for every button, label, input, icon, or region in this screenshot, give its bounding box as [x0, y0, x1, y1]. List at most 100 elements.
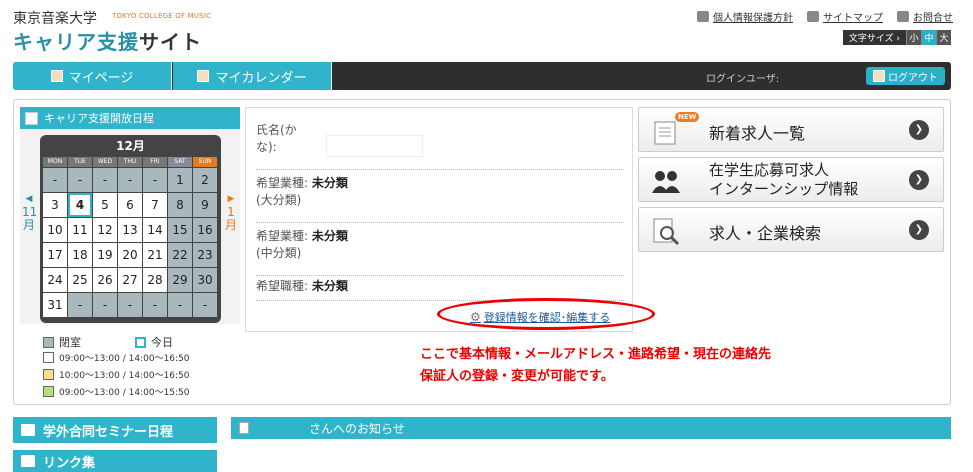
note-icon: [239, 422, 249, 434]
weekday-header: TUE: [68, 157, 92, 167]
weekday-header: SAT: [168, 157, 192, 167]
logout-button[interactable]: ログアウト: [866, 67, 945, 85]
calendar-day[interactable]: 21: [143, 243, 167, 267]
edit-profile-link[interactable]: ⚙ 登録情報を確認･編集する: [470, 309, 610, 325]
calendar-day[interactable]: 9: [193, 193, 217, 217]
new-jobs-button[interactable]: NEW 新着求人一覧 ❯: [638, 107, 944, 152]
calendar-day[interactable]: 20: [118, 243, 142, 267]
site-title[interactable]: キャリア支援サイト: [13, 26, 202, 55]
calendar-day[interactable]: 14: [143, 218, 167, 242]
calendar-day[interactable]: 25: [68, 268, 92, 292]
people-icon: [652, 171, 680, 193]
closed-swatch: [43, 336, 54, 348]
privacy-link[interactable]: 個人情報保護方針: [697, 9, 793, 24]
logout-icon: [873, 70, 885, 82]
calendar-day[interactable]: 1: [168, 168, 192, 192]
links-button[interactable]: リンク集: [13, 450, 217, 472]
calendar-day: -: [68, 293, 92, 317]
calendar-day[interactable]: 30: [193, 268, 217, 292]
font-size-medium[interactable]: 中: [921, 30, 936, 45]
calendar-day: -: [68, 168, 92, 192]
prev-month-button[interactable]: ◀ 11月: [22, 193, 37, 232]
top-links: 個人情報保護方針 サイトマップ お問合せ: [697, 9, 953, 24]
profile-job-mid: 希望業種: 未分類 (中分類): [256, 228, 624, 276]
font-size-small[interactable]: 小: [906, 30, 921, 45]
calendar-day[interactable]: 4: [68, 193, 92, 217]
calendar-day: -: [193, 293, 217, 317]
calendar-day[interactable]: 26: [93, 268, 117, 292]
font-size-large[interactable]: 大: [936, 30, 951, 45]
legend-today: 今日: [135, 334, 173, 350]
calendar-day[interactable]: 11: [68, 218, 92, 242]
name-kana-value: [326, 135, 423, 157]
seminar-schedule-button[interactable]: 学外合同セミナー日程: [13, 417, 217, 443]
tab-mypage[interactable]: マイページ: [13, 62, 172, 90]
calendar-day[interactable]: 5: [93, 193, 117, 217]
chevron-right-icon: ❯: [909, 220, 929, 240]
presentation-icon: [21, 424, 35, 436]
calendar-day[interactable]: 27: [118, 268, 142, 292]
today-swatch: [135, 336, 146, 348]
job-search-button[interactable]: 求人・企業検索 ❯: [638, 207, 944, 252]
student-jobs-button[interactable]: 在学生応募可求人 インターンシップ情報 ❯: [638, 157, 944, 202]
legend-hours-3: 09:00～13:00 / 14:00～15:50: [43, 385, 190, 398]
sitemap-icon: [807, 11, 819, 22]
calendar-day: -: [143, 168, 167, 192]
sitemap-link[interactable]: サイトマップ: [807, 9, 883, 24]
hours-swatch: [43, 386, 54, 397]
mail-icon: [897, 11, 909, 22]
calendar-day[interactable]: 15: [168, 218, 192, 242]
annotation-note: ここで基本情報・メールアドレス・進路希望・現在の連絡先 保証人の登録・変更が可能で…: [420, 347, 772, 384]
chevron-right-icon: ❯: [909, 170, 929, 190]
search-icon: [653, 218, 680, 246]
calendar-day[interactable]: 29: [168, 268, 192, 292]
legend-hours-2: 10:00～13:00 / 14:00～16:50: [43, 368, 190, 381]
calendar-day[interactable]: 8: [168, 193, 192, 217]
contact-link[interactable]: お問合せ: [897, 9, 953, 24]
calendar-day[interactable]: 31: [43, 293, 67, 317]
calendar-day[interactable]: 3: [43, 193, 67, 217]
site-title-main: キャリア支援: [13, 30, 139, 54]
calendar-icon: [25, 111, 38, 125]
calendar-day: -: [93, 293, 117, 317]
chevron-right-icon: ❯: [909, 120, 929, 140]
new-badge: NEW: [675, 112, 700, 122]
font-size-label: 文字サイズ ›: [842, 30, 906, 45]
calendar-day: -: [143, 293, 167, 317]
calendar-day[interactable]: 23: [193, 243, 217, 267]
calendar-day: -: [118, 293, 142, 317]
calendar-day[interactable]: 18: [68, 243, 92, 267]
next-month-button[interactable]: ▶ 1月: [224, 193, 238, 232]
tab-mycalendar[interactable]: マイカレンダー: [173, 62, 332, 90]
calendar-icon: [197, 70, 210, 82]
calendar-day[interactable]: 6: [118, 193, 142, 217]
calendar-header: キャリア支援開放日程: [20, 107, 240, 129]
calendar-day[interactable]: 28: [143, 268, 167, 292]
calendar-day[interactable]: 12: [93, 218, 117, 242]
weekday-header: SUN: [193, 157, 217, 167]
calendar-day[interactable]: 17: [43, 243, 67, 267]
calendar-day[interactable]: 22: [168, 243, 192, 267]
notice-header: さんへのお知らせ: [231, 417, 951, 439]
weekday-header: MON: [43, 157, 67, 167]
links-icon: [21, 455, 35, 467]
calendar-day[interactable]: 13: [118, 218, 142, 242]
calendar-grid: MON TUE WED THU FRI SAT SUN - - - - -1 2 3 4 5 6 7 8 9 10 11 1…: [43, 157, 217, 317]
profile-job-large: 希望業種: 未分類 (大分類): [256, 175, 624, 223]
calendar-day[interactable]: 24: [43, 268, 67, 292]
calendar-day[interactable]: 16: [193, 218, 217, 242]
calendar-day: -: [168, 293, 192, 317]
university-name: 東京音楽大学: [13, 11, 97, 27]
calendar-day[interactable]: 7: [143, 193, 167, 217]
calendar-day: -: [93, 168, 117, 192]
calendar-day: -: [43, 168, 67, 192]
weekday-header: THU: [118, 157, 142, 167]
calendar-day[interactable]: 10: [43, 218, 67, 242]
hours-swatch: [43, 352, 54, 363]
calendar-day[interactable]: 19: [93, 243, 117, 267]
font-size-switcher: 文字サイズ › 小 中 大: [842, 30, 951, 45]
weekday-header: WED: [93, 157, 117, 167]
calendar-day[interactable]: 2: [193, 168, 217, 192]
main-navbar: マイページ マイカレンダー ログインユーザ: ログアウト: [13, 62, 951, 90]
weekday-header: FRI: [143, 157, 167, 167]
